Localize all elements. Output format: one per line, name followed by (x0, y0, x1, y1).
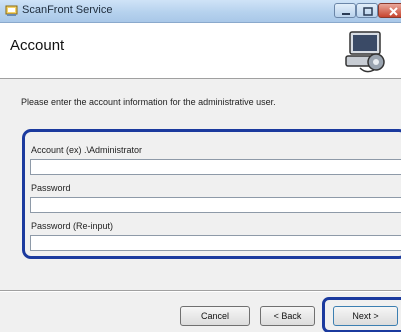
account-input[interactable] (30, 159, 401, 175)
maximize-button[interactable] (356, 3, 378, 18)
footer-divider (0, 290, 401, 292)
maximize-icon (363, 7, 373, 16)
setup-window: ScanFront Service Account Please enter t… (0, 0, 401, 332)
password-reinput-label: Password (Re-input) (31, 221, 114, 231)
title-bar[interactable]: ScanFront Service (0, 0, 401, 23)
minimize-icon (342, 13, 350, 15)
password-input[interactable] (30, 197, 401, 213)
password-label: Password (31, 183, 71, 193)
window-title: ScanFront Service (22, 4, 113, 16)
page-title: Account (10, 37, 65, 54)
app-icon (5, 5, 18, 16)
close-icon (389, 7, 398, 16)
instruction-text: Please enter the account information for… (21, 97, 276, 107)
header-banner: Account (0, 23, 401, 79)
next-highlight-frame (322, 297, 401, 332)
password-reinput-input[interactable] (30, 235, 401, 251)
minimize-button[interactable] (334, 3, 356, 18)
cancel-button[interactable]: Cancel (180, 306, 250, 326)
computer-settings-icon (345, 31, 385, 73)
account-label: Account (ex) .\Administrator (31, 145, 143, 155)
close-button[interactable] (378, 3, 401, 18)
back-button[interactable]: < Back (260, 306, 315, 326)
